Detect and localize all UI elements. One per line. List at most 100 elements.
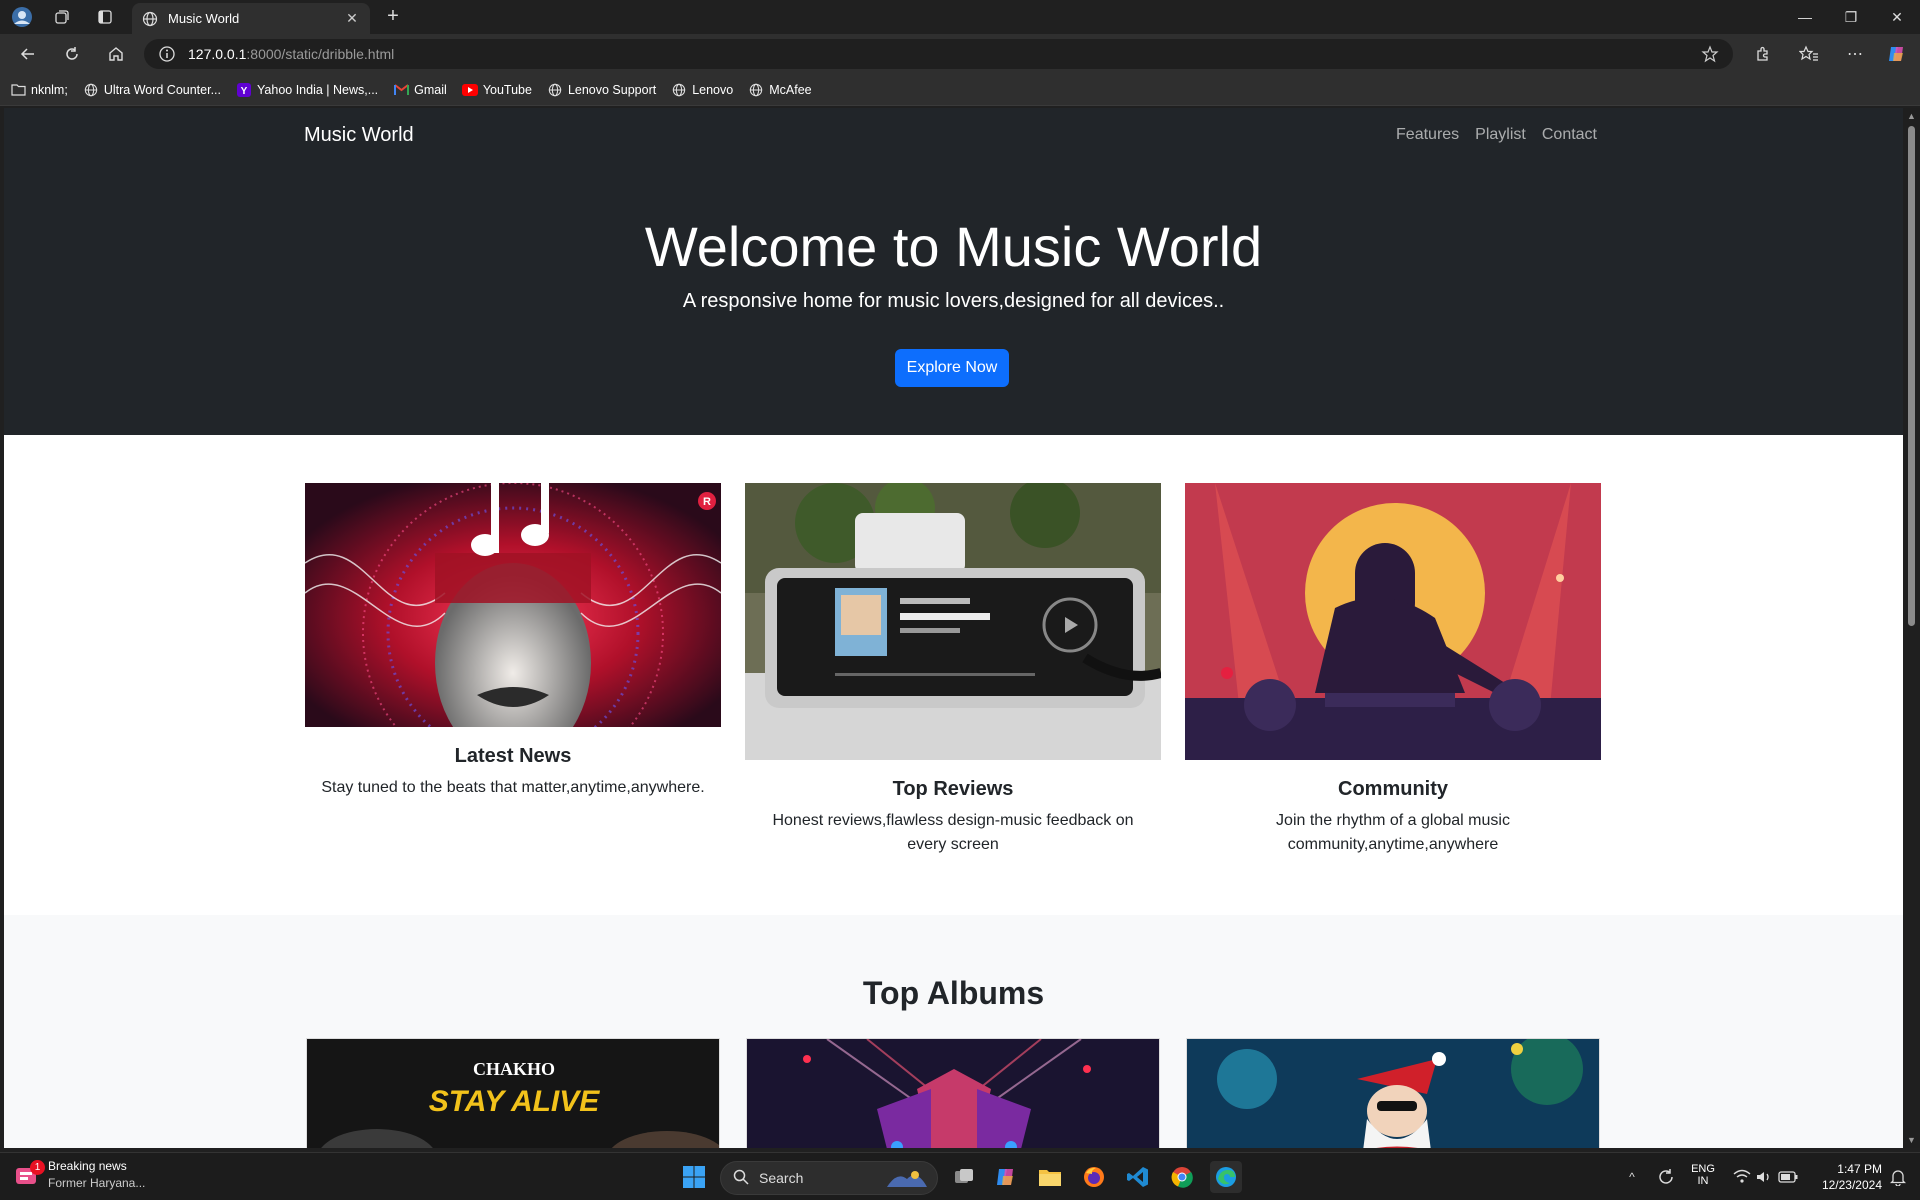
- feature-text: Honest reviews,flawless design-music fee…: [772, 812, 1134, 853]
- browser-tab-bar: Music World ✕ + — ❐ ✕: [0, 0, 1920, 34]
- feature-title: Latest News: [454, 745, 572, 767]
- file-explorer-icon[interactable]: [1034, 1161, 1066, 1193]
- folder-icon: [10, 82, 26, 98]
- address-host: 127.0.0.1: [188, 46, 247, 62]
- vscode-icon[interactable]: [1122, 1161, 1154, 1193]
- refresh-icon[interactable]: [60, 42, 84, 66]
- feature-text: Join the rhythm of a global music commun…: [1276, 812, 1510, 853]
- nav-link-playlist[interactable]: Playlist: [1475, 126, 1526, 144]
- features-section: R Latest News Stay tuned to the beats th…: [4, 435, 1903, 915]
- bookmark-label: McAfee: [769, 82, 812, 97]
- bookmark-label: Ultra Word Counter...: [103, 82, 222, 97]
- firefox-icon[interactable]: [1078, 1161, 1110, 1193]
- gmail-icon: [393, 82, 409, 98]
- sync-icon[interactable]: [1650, 1161, 1682, 1193]
- language-indicator[interactable]: ENG IN: [1690, 1163, 1716, 1187]
- svg-text:Y: Y: [241, 86, 248, 97]
- clock-date: 12/23/2024: [1821, 1178, 1882, 1192]
- favorites-icon[interactable]: [1798, 43, 1820, 65]
- scroll-up-icon[interactable]: ▲: [1906, 111, 1917, 121]
- task-view-icon[interactable]: [948, 1161, 980, 1193]
- tab-music-world[interactable]: Music World ✕: [132, 3, 370, 34]
- tab-actions-icon[interactable]: [95, 7, 115, 27]
- top-albums-section: Top Albums CHAKHO STAY ALIVE: [4, 915, 1903, 1148]
- profile-avatar-icon[interactable]: [10, 5, 34, 29]
- battery-icon[interactable]: [1772, 1161, 1804, 1193]
- extensions-icon[interactable]: [1752, 43, 1774, 65]
- globe-icon: [142, 11, 158, 27]
- chrome-icon[interactable]: [1166, 1161, 1198, 1193]
- bookmark-nknlm[interactable]: nknlm;: [10, 82, 68, 98]
- news-icon: 1: [14, 1159, 45, 1188]
- nav-link-features[interactable]: Features: [1396, 126, 1459, 144]
- community-image: [1185, 483, 1601, 760]
- bookmark-label: Lenovo Support: [567, 82, 657, 97]
- navbar-links: Features Playlist Contact: [1396, 126, 1597, 144]
- scroll-down-icon[interactable]: ▼: [1906, 1135, 1917, 1145]
- top-albums-title: Top Albums: [862, 975, 1045, 1011]
- language-bottom: IN: [1697, 1175, 1709, 1187]
- bookmark-label: YouTube: [482, 82, 532, 97]
- news-widget[interactable]: 1 Breaking news Former Haryana...: [14, 1159, 145, 1190]
- clock-time: 1:47 PM: [1837, 1162, 1882, 1176]
- close-window-icon[interactable]: ✕: [1874, 0, 1920, 34]
- hero-title: Welcome to Music World: [644, 215, 1263, 278]
- windows-taskbar: 1 Breaking news Former Haryana... Search: [0, 1152, 1920, 1200]
- page-viewport: Music World Features Playlist Contact We…: [4, 108, 1903, 1148]
- minimize-icon[interactable]: —: [1782, 0, 1828, 34]
- hero-section: Music World Features Playlist Contact We…: [4, 108, 1903, 435]
- album-card-santa-dj[interactable]: [1186, 1038, 1600, 1148]
- bookmarks-bar: nknlm; Ultra Word Counter... Y Yahoo Ind…: [0, 74, 1920, 106]
- nav-link-contact[interactable]: Contact: [1542, 126, 1597, 144]
- browser-toolbar: 127.0.0.1:8000/static/dribble.html ⋯: [0, 34, 1920, 74]
- site-info-icon[interactable]: [158, 45, 176, 63]
- bookmark-youtube[interactable]: YouTube: [461, 82, 532, 98]
- address-bar[interactable]: 127.0.0.1:8000/static/dribble.html: [144, 39, 1733, 69]
- bookmark-lenovo[interactable]: Lenovo: [671, 82, 733, 98]
- edge-icon[interactable]: [1210, 1161, 1242, 1193]
- explore-now-button[interactable]: Explore Now: [895, 349, 1009, 387]
- globe-icon: [547, 82, 563, 98]
- album-title-text: STAY ALIVE: [429, 1085, 601, 1118]
- close-tab-icon[interactable]: ✕: [344, 10, 360, 27]
- feature-text: Stay tuned to the beats that matter,anyt…: [321, 779, 705, 796]
- restore-icon[interactable]: ❐: [1828, 0, 1874, 34]
- bookmark-yahoo-india[interactable]: Y Yahoo India | News,...: [236, 82, 378, 98]
- language-top: ENG: [1691, 1163, 1715, 1175]
- home-icon[interactable]: [104, 42, 128, 66]
- youtube-icon: [461, 82, 478, 98]
- copilot-icon[interactable]: [1886, 43, 1908, 65]
- feature-title: Community: [1338, 778, 1448, 800]
- favorite-star-icon[interactable]: [1701, 45, 1719, 63]
- show-hidden-icons[interactable]: ^: [1616, 1161, 1648, 1193]
- back-icon[interactable]: [16, 42, 40, 66]
- globe-icon: [83, 82, 99, 98]
- new-tab-icon[interactable]: +: [382, 6, 404, 28]
- latest-news-image: R: [305, 483, 721, 727]
- more-options-icon[interactable]: ⋯: [1844, 43, 1866, 65]
- news-subtitle: Former Haryana...: [48, 1176, 146, 1190]
- windows-start-icon[interactable]: [678, 1161, 710, 1193]
- page-scrollbar[interactable]: ▲ ▼: [1903, 108, 1920, 1148]
- news-badge: 1: [30, 1159, 45, 1175]
- workspaces-icon[interactable]: [52, 7, 72, 27]
- album-card-stage-lights[interactable]: [746, 1038, 1160, 1148]
- album-card-stay-alive[interactable]: CHAKHO STAY ALIVE: [306, 1038, 720, 1148]
- bookmark-gmail[interactable]: Gmail: [393, 82, 447, 98]
- copilot-taskbar-icon[interactable]: [990, 1161, 1022, 1193]
- bookmark-lenovo-support[interactable]: Lenovo Support: [547, 82, 656, 98]
- taskbar-search[interactable]: Search: [720, 1161, 938, 1195]
- bookmark-label: Gmail: [414, 82, 447, 97]
- scrollbar-thumb[interactable]: [1908, 126, 1915, 626]
- navbar-brand[interactable]: Music World: [304, 124, 414, 147]
- bookmark-mcafee[interactable]: McAfee: [748, 82, 812, 98]
- bookmark-ultra-word-counter[interactable]: Ultra Word Counter...: [83, 82, 221, 98]
- address-path: :8000/static/dribble.html: [246, 46, 395, 62]
- notifications-icon[interactable]: [1882, 1161, 1914, 1193]
- yahoo-icon: Y: [236, 82, 252, 98]
- clock[interactable]: 1:47 PM 12/23/2024: [1808, 1161, 1882, 1193]
- news-title: Breaking news: [48, 1159, 127, 1173]
- feature-card-latest-news: R Latest News Stay tuned to the beats th…: [305, 483, 721, 800]
- globe-icon: [671, 82, 687, 98]
- search-placeholder: Search: [759, 1170, 804, 1186]
